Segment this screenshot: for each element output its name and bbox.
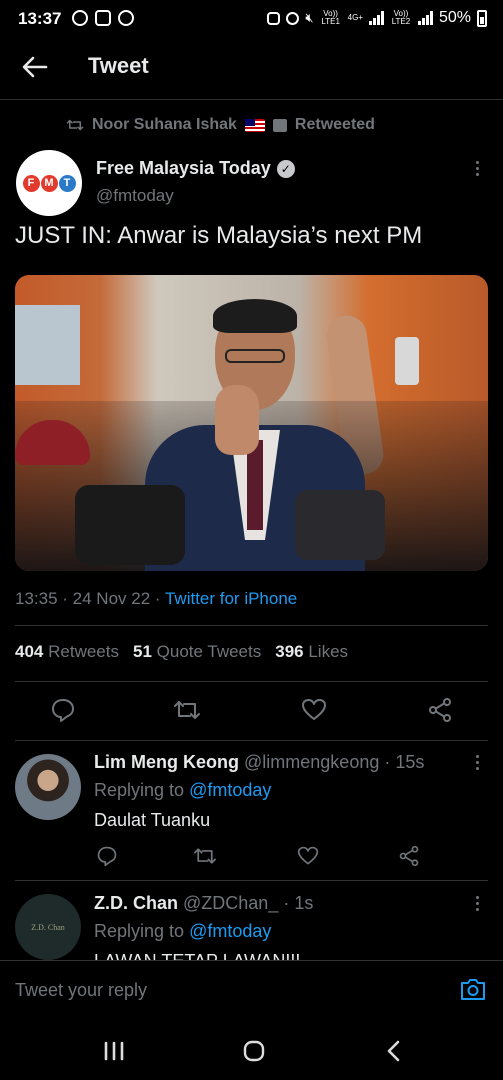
likes-label: Likes — [308, 642, 349, 661]
alarm-icon — [267, 11, 281, 25]
tweet-timestamp: 13:35 · 24 Nov 22 · Twitter for iPhone — [15, 589, 298, 608]
replying-to: Replying to @fmtoday — [94, 921, 271, 942]
more-options-icon[interactable] — [476, 755, 482, 770]
reply-author-name[interactable]: Lim Meng Keong — [94, 752, 239, 772]
like-icon[interactable] — [297, 845, 319, 867]
reply-icon[interactable] — [96, 845, 118, 867]
camera-icon[interactable] — [459, 976, 487, 1002]
divider — [15, 681, 488, 682]
alarm-clock-icon — [286, 11, 300, 25]
reply-text: Daulat Tuanku — [94, 810, 211, 830]
share-icon[interactable] — [398, 845, 420, 867]
reply-icon[interactable] — [50, 697, 76, 723]
quotes-count: 51 — [132, 642, 152, 661]
tweet-photo[interactable] — [15, 275, 488, 571]
divider — [15, 740, 488, 741]
avatar-text: Z.D. Chan — [31, 922, 65, 932]
wechat-icon — [118, 10, 134, 26]
back-arrow-icon[interactable] — [20, 52, 50, 82]
replying-to: Replying to @fmtoday — [94, 780, 271, 801]
retweet-action-icon[interactable] — [192, 845, 218, 867]
replying-to-label: Replying to — [94, 780, 185, 800]
likes-stat[interactable]: 396 Likes — [275, 642, 348, 662]
recent-apps-icon[interactable] — [103, 1041, 125, 1061]
tweet-source-link[interactable]: Twitter for iPhone — [165, 589, 297, 608]
likes-count: 396 — [275, 642, 304, 661]
quotes-label: Quote Tweets — [156, 642, 262, 661]
reply-avatar[interactable] — [15, 754, 81, 820]
retweets-stat[interactable]: 404 Retweets — [15, 642, 119, 662]
net-4g: 4G+ — [347, 13, 363, 22]
reply-avatar[interactable]: Z.D. Chan — [15, 894, 81, 960]
like-icon[interactable] — [301, 697, 327, 723]
battery-percent: 50% — [438, 9, 471, 26]
signal-icon — [368, 11, 384, 25]
signal-2-icon — [417, 11, 433, 25]
retweeter-name: Noor Suhana Ishak — [92, 116, 237, 133]
tweet-date: 24 Nov 22 — [72, 589, 151, 608]
battery-icon — [477, 9, 487, 27]
reply-author-name[interactable]: Z.D. Chan — [94, 893, 178, 913]
reply-time: 15s — [395, 752, 425, 772]
verified-badge-icon: ✓ — [276, 159, 295, 178]
malaysia-flag-icon — [244, 118, 265, 132]
reply-header: Lim Meng Keong @limmengkeong · 15s — [94, 752, 425, 772]
reply-time: 1s — [294, 893, 314, 913]
fmt-avatar[interactable]: F M T — [16, 150, 82, 216]
system-back-icon[interactable] — [385, 1039, 403, 1063]
more-options-icon[interactable] — [476, 161, 482, 176]
status-bar: 13:37 🔇︎ Vo)) LTE1 4G+ Vo)) LTE2 50% — [0, 0, 503, 38]
replying-to-link[interactable]: @fmtoday — [189, 921, 271, 941]
tweet-text: JUST IN: Anwar is Malaysia’s next PM — [15, 222, 423, 249]
mute-icon: 🔇︎ — [305, 10, 314, 25]
replying-to-link[interactable]: @fmtoday — [189, 780, 271, 800]
divider — [15, 880, 488, 881]
top-app-bar: Tweet — [0, 38, 503, 100]
reply-author-handle[interactable]: @ZDChan_ — [183, 893, 278, 913]
reply-composer — [0, 960, 503, 1018]
share-icon[interactable] — [427, 697, 453, 723]
avatar-letter: T — [58, 174, 76, 192]
avatar-letter: M — [40, 174, 58, 192]
home-icon[interactable] — [242, 1039, 266, 1063]
retweets-count: 404 — [15, 642, 44, 661]
avatar-letter: F — [22, 174, 40, 192]
author-handle[interactable]: @fmtoday — [96, 186, 174, 206]
retweet-context[interactable]: Noor Suhana Ishak Retweeted — [66, 116, 375, 134]
retweet-action-icon[interactable] — [172, 697, 202, 723]
tweet-time: 13:35 — [15, 589, 58, 608]
author-name[interactable]: Free Malaysia Today ✓ — [96, 158, 295, 179]
reply-input[interactable] — [15, 980, 415, 1001]
replying-to-label: Replying to — [94, 921, 185, 941]
notification-icon — [95, 10, 111, 26]
retweeted-label: Retweeted — [294, 116, 375, 133]
whatsapp-icon — [72, 10, 88, 26]
quotes-stat[interactable]: 51 Quote Tweets — [133, 642, 261, 662]
net-lte2: Vo)) LTE2 — [391, 9, 411, 26]
more-options-icon[interactable] — [476, 896, 482, 911]
divider — [15, 625, 488, 626]
checkered-flag-icon — [272, 118, 287, 132]
system-nav-bar — [0, 1018, 503, 1080]
net-lte1: Vo)) LTE1 — [321, 9, 340, 26]
status-time: 13:37 — [18, 9, 62, 28]
page-title: Tweet — [88, 53, 149, 78]
retweet-icon — [66, 119, 84, 131]
retweets-label: Retweets — [48, 642, 119, 661]
reply-header: Z.D. Chan @ZDChan_ · 1s — [94, 893, 314, 913]
author-name-text: Free Malaysia Today — [96, 158, 271, 178]
tweet-stats: 404 Retweets 51 Quote Tweets 396 Likes — [15, 642, 348, 662]
reply-author-handle[interactable]: @limmengkeong — [244, 752, 379, 772]
